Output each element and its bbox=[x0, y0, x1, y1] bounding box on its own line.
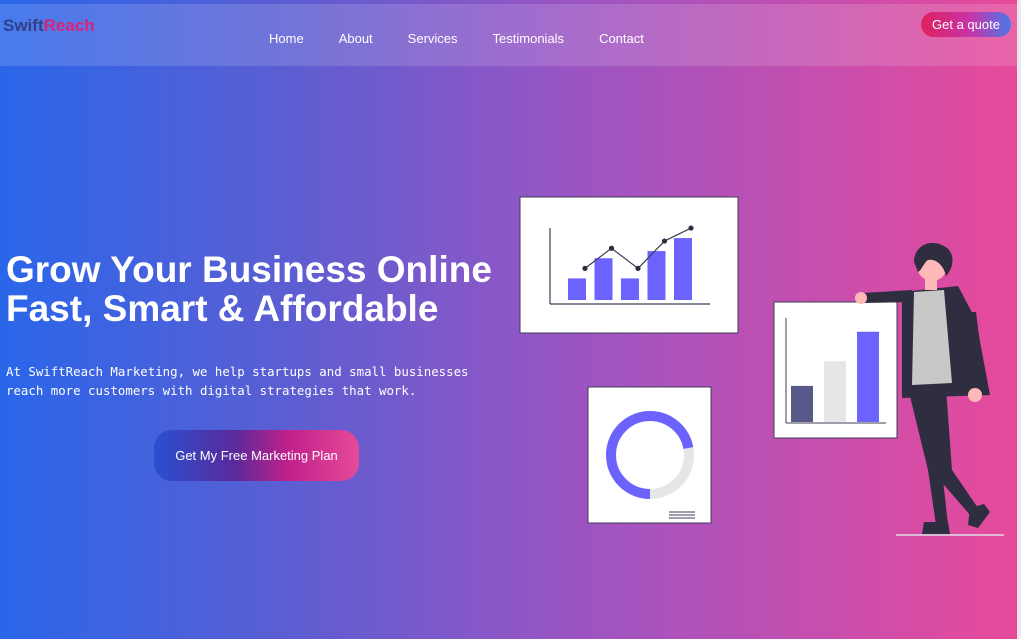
small-bar-1 bbox=[791, 385, 813, 422]
trend-point-3 bbox=[635, 265, 641, 271]
bar-3 bbox=[621, 278, 639, 300]
bar-chart-card bbox=[519, 196, 739, 334]
lower-hand bbox=[968, 388, 982, 402]
left-shoe bbox=[922, 522, 950, 534]
small-bar-3 bbox=[857, 331, 879, 422]
bar-2 bbox=[594, 258, 613, 300]
donut-chart-card bbox=[587, 386, 712, 524]
marketing-illustration bbox=[519, 196, 1004, 536]
bar-5 bbox=[674, 238, 692, 300]
raised-hand bbox=[855, 292, 867, 304]
trend-point-4 bbox=[661, 238, 668, 244]
bar-chart-card-bg bbox=[519, 196, 739, 334]
page: SwiftReach Home About Services Testimoni… bbox=[0, 0, 1021, 639]
small-bar-chart-card bbox=[773, 301, 898, 439]
small-bar-2 bbox=[824, 361, 846, 422]
trend-point-5 bbox=[688, 225, 694, 231]
trend-point-2 bbox=[608, 245, 615, 251]
trend-point-1 bbox=[582, 265, 588, 271]
bar-4 bbox=[647, 251, 666, 300]
raised-arm bbox=[862, 290, 912, 303]
window-edge bbox=[1017, 0, 1021, 639]
bar-1 bbox=[568, 278, 586, 300]
